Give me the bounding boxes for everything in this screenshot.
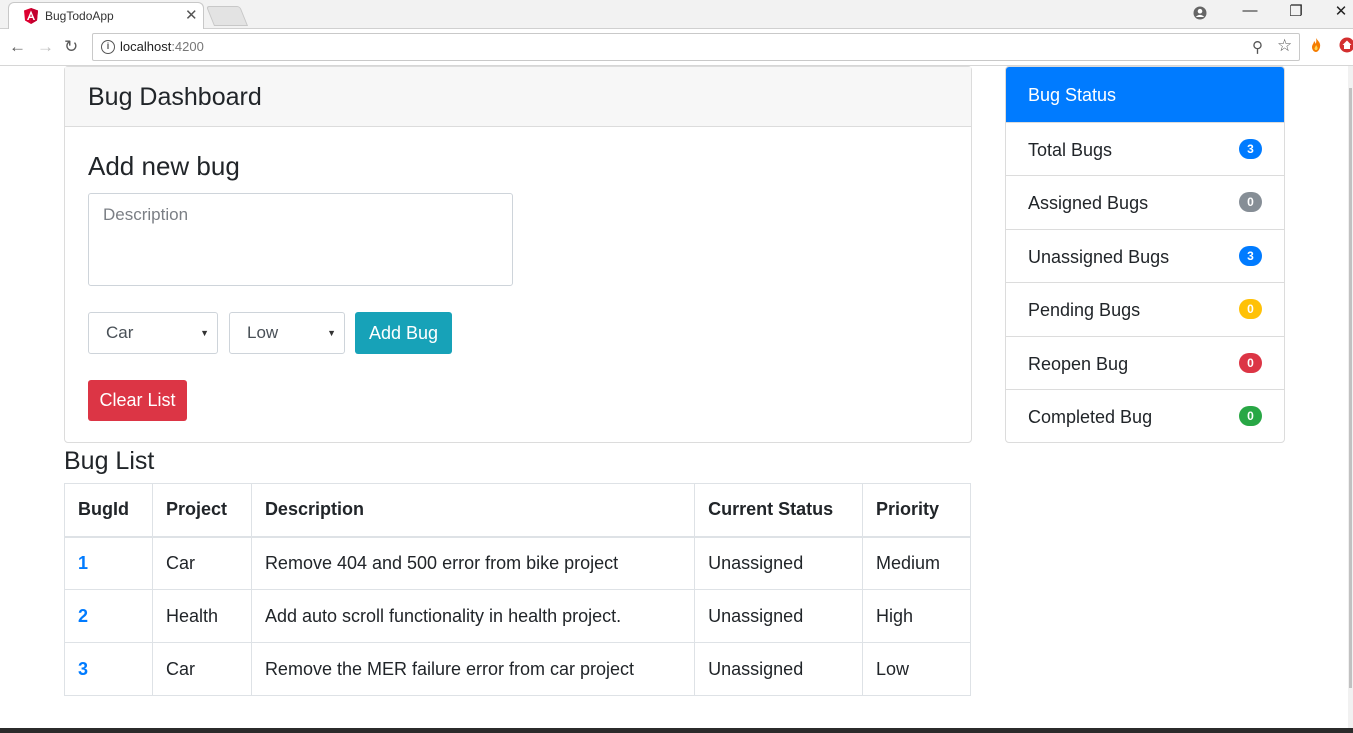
forward-icon[interactable]: → [37, 37, 54, 57]
page-content: Bug Dashboard Add new bug Car ▼ Low ▼ Ad… [0, 66, 1353, 728]
bug-list-title: Bug List [64, 447, 155, 475]
count-badge: 0 [1239, 352, 1262, 373]
profile-icon[interactable] [1193, 6, 1207, 20]
status-item-pending: Pending Bugs 0 [1006, 282, 1284, 335]
extension-fire-icon[interactable] [1308, 37, 1324, 53]
reload-icon[interactable]: ↻ [64, 37, 78, 57]
chevron-down-icon: ▼ [327, 328, 336, 338]
status-item-reopen: Reopen Bug 0 [1006, 335, 1284, 389]
bug-status-panel: Bug Status Total Bugs 3 Assigned Bugs 0 … [1005, 66, 1285, 444]
status-item-completed: Completed Bug 0 [1006, 388, 1284, 442]
bug-description: Remove the MER failure error from car pr… [250, 642, 696, 696]
column-header-description: Description [250, 483, 696, 538]
url-text: localhost:4200 [120, 39, 204, 54]
column-header-project: Project [151, 483, 252, 538]
dashboard-header: Bug Dashboard [65, 67, 971, 127]
browser-toolbar: ← → ↻ i localhost:4200 ⚲ ☆ [0, 29, 1353, 66]
bug-status-title: Bug Status [1006, 67, 1284, 122]
add-bug-form: Add new bug Car ▼ Low ▼ Add Bug Clear Li… [65, 127, 971, 421]
address-bar[interactable]: i localhost:4200 ⚲ ☆ [92, 33, 1300, 61]
bug-description: Remove 404 and 500 error from bike proje… [250, 536, 696, 590]
angular-logo-icon [24, 8, 38, 24]
bug-project: Car [151, 536, 252, 590]
bug-priority: High [862, 589, 971, 643]
add-bug-title: Add new bug [88, 151, 240, 181]
bug-id-link[interactable]: 2 [64, 589, 153, 643]
taskbar-edge [0, 728, 1353, 733]
back-icon[interactable]: ← [9, 37, 26, 57]
browser-tabstrip: BugTodoApp ✕ — ❐ ✕ [0, 0, 1353, 29]
bug-status: Unassigned [694, 536, 864, 590]
new-tab-button[interactable] [205, 6, 249, 26]
status-item-unassigned: Unassigned Bugs 3 [1006, 228, 1284, 282]
chevron-down-icon: ▼ [200, 328, 209, 338]
table-row: 1 Car Remove 404 and 500 error from bike… [64, 536, 971, 590]
maximize-icon[interactable]: ❐ [1273, 2, 1319, 20]
bug-project: Health [151, 589, 252, 643]
zoom-icon[interactable]: ⚲ [1252, 38, 1263, 56]
status-item-label: Completed Bug [1028, 406, 1153, 427]
tab-title: BugTodoApp [45, 9, 114, 23]
site-info-icon[interactable]: i [101, 40, 115, 54]
bug-status: Unassigned [694, 589, 864, 643]
bookmark-star-icon[interactable]: ☆ [1277, 36, 1292, 56]
bug-table: BugId Project Description Current Status… [64, 483, 971, 696]
count-badge: 3 [1239, 245, 1262, 266]
status-item-assigned: Assigned Bugs 0 [1006, 175, 1284, 228]
close-window-icon[interactable]: ✕ [1318, 2, 1353, 20]
bug-project: Car [151, 642, 252, 696]
bug-priority: Low [862, 642, 971, 696]
column-header-priority: Priority [862, 483, 971, 538]
bug-id-link[interactable]: 3 [64, 642, 153, 696]
browser-tab[interactable]: BugTodoApp ✕ [8, 2, 204, 29]
status-item-label: Total Bugs [1028, 140, 1113, 160]
bug-status: Unassigned [694, 642, 864, 696]
count-badge: 0 [1239, 192, 1262, 213]
status-item-label: Unassigned Bugs [1028, 246, 1170, 267]
column-header-bugid: BugId [64, 483, 153, 538]
scrollbar-thumb[interactable] [1349, 88, 1352, 688]
priority-select-value: Low [247, 323, 279, 342]
bug-priority: Medium [862, 536, 971, 590]
status-item-label: Pending Bugs [1028, 300, 1141, 321]
project-select-value: Car [106, 323, 134, 342]
table-row: 3 Car Remove the MER failure error from … [64, 642, 971, 696]
extension-home-icon[interactable] [1339, 37, 1353, 53]
bug-id-link[interactable]: 1 [64, 536, 153, 590]
count-badge: 0 [1239, 405, 1262, 426]
status-item-label: Assigned Bugs [1028, 193, 1149, 214]
table-row: 2 Health Add auto scroll functionality i… [64, 589, 971, 643]
bug-description: Add auto scroll functionality in health … [250, 589, 696, 643]
table-header-row: BugId Project Description Current Status… [64, 483, 971, 538]
add-bug-button[interactable]: Add Bug [355, 312, 452, 354]
count-badge: 0 [1239, 299, 1262, 320]
minimize-icon[interactable]: — [1227, 2, 1273, 19]
tab-close-icon[interactable]: ✕ [185, 6, 198, 24]
description-input[interactable] [88, 193, 513, 286]
count-badge: 3 [1239, 139, 1262, 159]
priority-select[interactable]: Low ▼ [229, 312, 345, 354]
bug-dashboard-card: Bug Dashboard Add new bug Car ▼ Low ▼ Ad… [64, 66, 972, 443]
clear-list-button[interactable]: Clear List [88, 380, 187, 421]
column-header-status: Current Status [694, 483, 864, 538]
status-item-label: Reopen Bug [1028, 353, 1129, 374]
project-select[interactable]: Car ▼ [88, 312, 218, 354]
status-item-total: Total Bugs 3 [1006, 122, 1284, 175]
